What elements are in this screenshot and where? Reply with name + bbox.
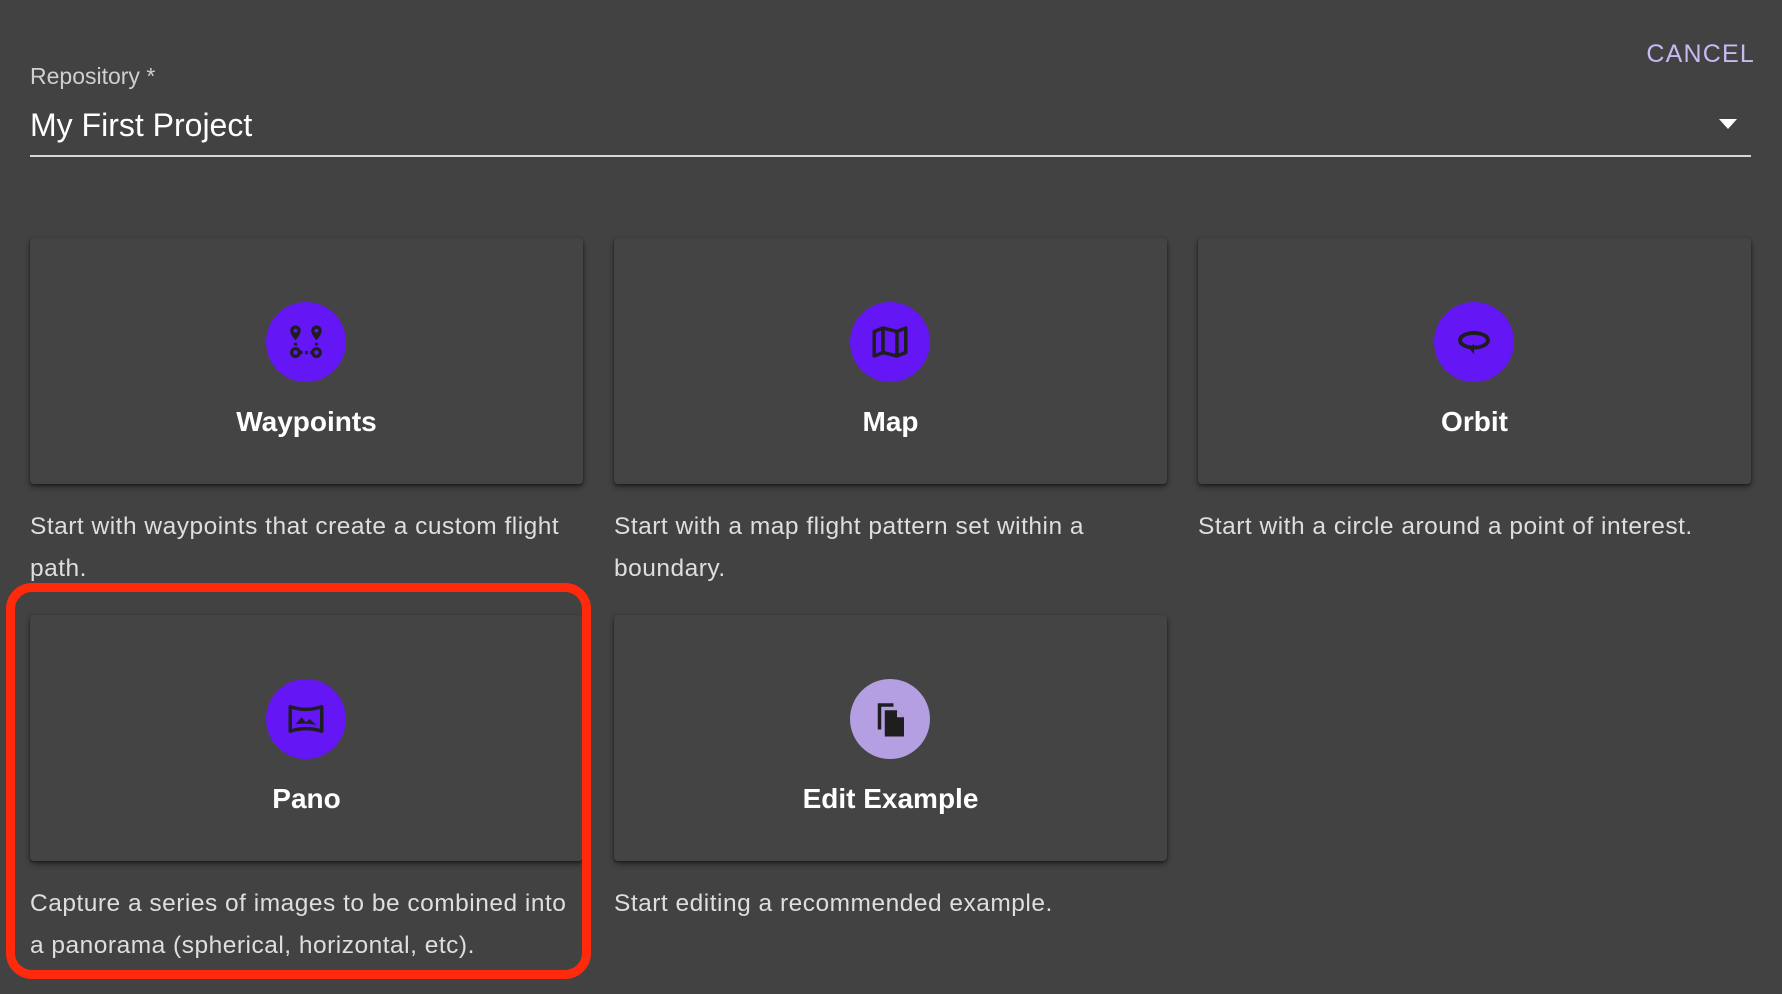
waypoints-icon xyxy=(266,302,346,382)
repository-field: Repository * My First Project xyxy=(30,60,1751,157)
repository-label: Repository * xyxy=(30,63,156,89)
repository-select[interactable]: My First Project xyxy=(30,105,1751,157)
edit-example-card[interactable]: Edit Example xyxy=(614,615,1167,861)
map-card[interactable]: Map xyxy=(614,238,1167,484)
edit-example-title: Edit Example xyxy=(802,783,979,814)
panorama-icon xyxy=(266,679,346,759)
map-description: Start with a map flight pattern set with… xyxy=(614,513,1085,582)
new-mission-dialog: CANCEL Repository * My First Project Way… xyxy=(0,0,1782,994)
map-title: Map xyxy=(862,406,919,437)
waypoints-description: Start with waypoints that create a custo… xyxy=(30,513,560,582)
waypoints-title: Waypoints xyxy=(236,406,377,437)
repository-value: My First Project xyxy=(30,107,253,143)
copy-document-icon xyxy=(850,679,930,759)
pano-card[interactable]: Pano xyxy=(30,615,583,861)
orbit-card[interactable]: Orbit xyxy=(1198,238,1751,484)
map-icon xyxy=(850,302,930,382)
orbit-title: Orbit xyxy=(1441,406,1508,437)
chevron-down-icon xyxy=(1719,119,1737,129)
edit-example-description: Start editing a recommended example. xyxy=(614,890,1053,917)
orbit-icon xyxy=(1434,302,1514,382)
pano-description: Capture a series of images to be combine… xyxy=(30,890,567,959)
pano-title: Pano xyxy=(272,783,341,814)
waypoints-card[interactable]: Waypoints xyxy=(30,238,583,484)
orbit-description: Start with a circle around a point of in… xyxy=(1198,513,1693,540)
